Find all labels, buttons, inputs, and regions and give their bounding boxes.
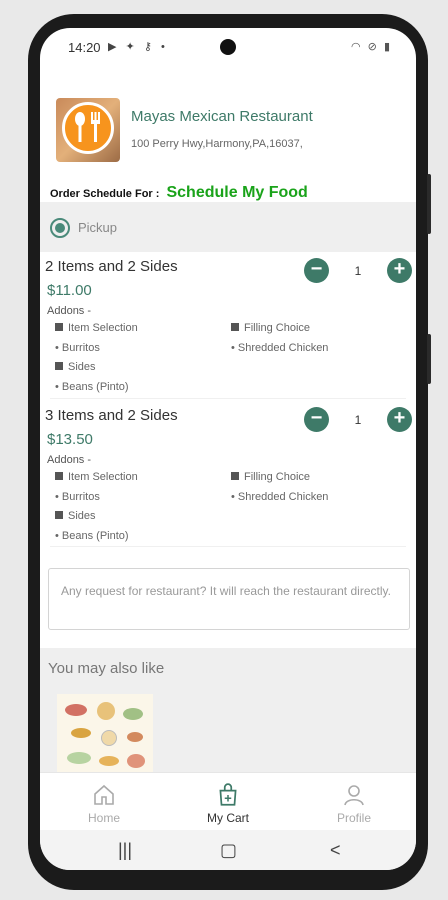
dnd-icon: ⊘ — [367, 41, 379, 53]
cart-item: 2 Items and 2 Sides $11.00 − 1 + Addons … — [40, 252, 416, 393]
square-bullet-icon — [231, 323, 239, 331]
system-navigation-bar: ||| ▢ < — [40, 830, 416, 870]
item-price: $11.00 — [47, 282, 92, 299]
schedule-label: Order Schedule For : — [50, 188, 160, 200]
addons-label: Addons - — [47, 305, 92, 317]
screen: 14:20 ▶ ✦ ⚷ • ◠ ⊘ ▮ Mayas Mexican Restau… — [40, 28, 416, 870]
nav-home-label: Home — [87, 811, 120, 825]
decrement-button[interactable]: − — [304, 258, 329, 283]
nav-my-cart[interactable]: My Cart — [178, 781, 278, 825]
cart-icon — [178, 781, 278, 809]
profile-icon — [304, 781, 404, 809]
recommendations-title: You may also like — [48, 660, 165, 677]
nav-my-cart-label: My Cart — [207, 811, 249, 825]
pickup-label: Pickup — [78, 220, 118, 235]
quantity-value: 1 — [354, 413, 362, 427]
recommended-item-image[interactable] — [57, 694, 153, 778]
addon-value: • Beans (Pinto) — [55, 380, 129, 393]
wifi-icon: ◠ — [350, 41, 363, 53]
phone-frame: 14:20 ▶ ✦ ⚷ • ◠ ⊘ ▮ Mayas Mexican Restau… — [28, 14, 431, 890]
recents-icon[interactable]: ||| — [118, 840, 132, 861]
addons-right-column: Filling Choice • Shredded Chicken — [231, 468, 328, 507]
addon-value: • Beans (Pinto) — [55, 529, 129, 542]
item-title: 2 Items and 2 Sides — [45, 258, 178, 275]
status-bar: 14:20 ▶ ✦ ⚷ • ◠ ⊘ ▮ — [40, 28, 416, 68]
bottom-navigation: Home My Cart Profile — [40, 772, 416, 830]
system-icons: ◠ ⊘ ▮ — [351, 40, 392, 53]
dot-icon: • — [160, 41, 168, 53]
addon-heading: Sides — [55, 358, 138, 378]
increment-button[interactable]: + — [387, 258, 412, 283]
quantity-value: 1 — [354, 264, 362, 278]
restaurant-logo — [56, 98, 120, 162]
increment-button[interactable]: + — [387, 407, 412, 432]
item-title: 3 Items and 2 Sides — [45, 407, 178, 424]
addon-heading: Sides — [55, 507, 138, 527]
addons-left-column: Item Selection • Burritos Sides • Beans … — [55, 319, 138, 397]
pickup-radio[interactable] — [50, 218, 70, 238]
volume-button — [427, 174, 431, 234]
notification-icons: ▶ ✦ ⚷ • — [108, 40, 168, 53]
divider — [50, 546, 406, 547]
addon-heading: Filling Choice — [231, 319, 328, 339]
divider — [50, 398, 406, 399]
back-icon[interactable]: < — [330, 840, 341, 861]
restaurant-address: 100 Perry Hwy,Harmony,PA,16037, — [131, 138, 303, 150]
logo-circle — [62, 102, 114, 154]
nav-profile[interactable]: Profile — [304, 781, 404, 825]
order-type-bar: Pickup — [40, 202, 416, 252]
radio-dot — [55, 223, 65, 233]
square-bullet-icon — [55, 323, 63, 331]
square-bullet-icon — [231, 472, 239, 480]
addons-left-column: Item Selection • Burritos Sides • Beans … — [55, 468, 138, 546]
camera-cutout — [220, 39, 236, 55]
addon-heading: Item Selection — [55, 319, 138, 339]
power-button — [427, 334, 431, 384]
nav-profile-label: Profile — [336, 811, 371, 825]
home-circle-icon[interactable]: ▢ — [220, 840, 237, 861]
addon-heading: Filling Choice — [231, 468, 328, 488]
quantity-stepper: − 1 + — [304, 407, 412, 433]
battery-icon: ▮ — [383, 41, 392, 53]
addons-label: Addons - — [47, 454, 92, 466]
quantity-stepper: − 1 + — [304, 258, 412, 284]
decrement-button[interactable]: − — [304, 407, 329, 432]
square-bullet-icon — [55, 472, 63, 480]
nav-home[interactable]: Home — [54, 781, 154, 825]
fork-spoon-icon — [75, 112, 100, 142]
restaurant-request-input[interactable]: Any request for restaurant? It will reac… — [48, 568, 410, 630]
home-icon — [54, 781, 154, 809]
addon-heading: Item Selection — [55, 468, 138, 488]
addon-value: • Burritos — [55, 490, 100, 503]
addon-value: • Burritos — [55, 341, 100, 354]
restaurant-name: Mayas Mexican Restaurant — [131, 108, 313, 125]
square-bullet-icon — [55, 362, 63, 370]
status-time: 14:20 — [68, 40, 101, 55]
android-icon: ✦ — [125, 41, 138, 53]
restaurant-header: Mayas Mexican Restaurant 100 Perry Hwy,H… — [40, 88, 416, 188]
addon-value: • Shredded Chicken — [231, 341, 329, 354]
addon-value: • Shredded Chicken — [231, 490, 329, 503]
square-bullet-icon — [55, 511, 63, 519]
item-price: $13.50 — [47, 431, 93, 448]
cart-item: 3 Items and 2 Sides $13.50 − 1 + Addons … — [40, 401, 416, 542]
key-icon: ⚷ — [143, 41, 155, 53]
addons-right-column: Filling Choice • Shredded Chicken — [231, 319, 328, 358]
order-schedule: Order Schedule For : Schedule My Food — [50, 184, 308, 202]
schedule-link[interactable]: Schedule My Food — [166, 184, 307, 201]
recommendations-section: You may also like — [40, 648, 416, 778]
play-icon: ▶ — [108, 41, 120, 53]
